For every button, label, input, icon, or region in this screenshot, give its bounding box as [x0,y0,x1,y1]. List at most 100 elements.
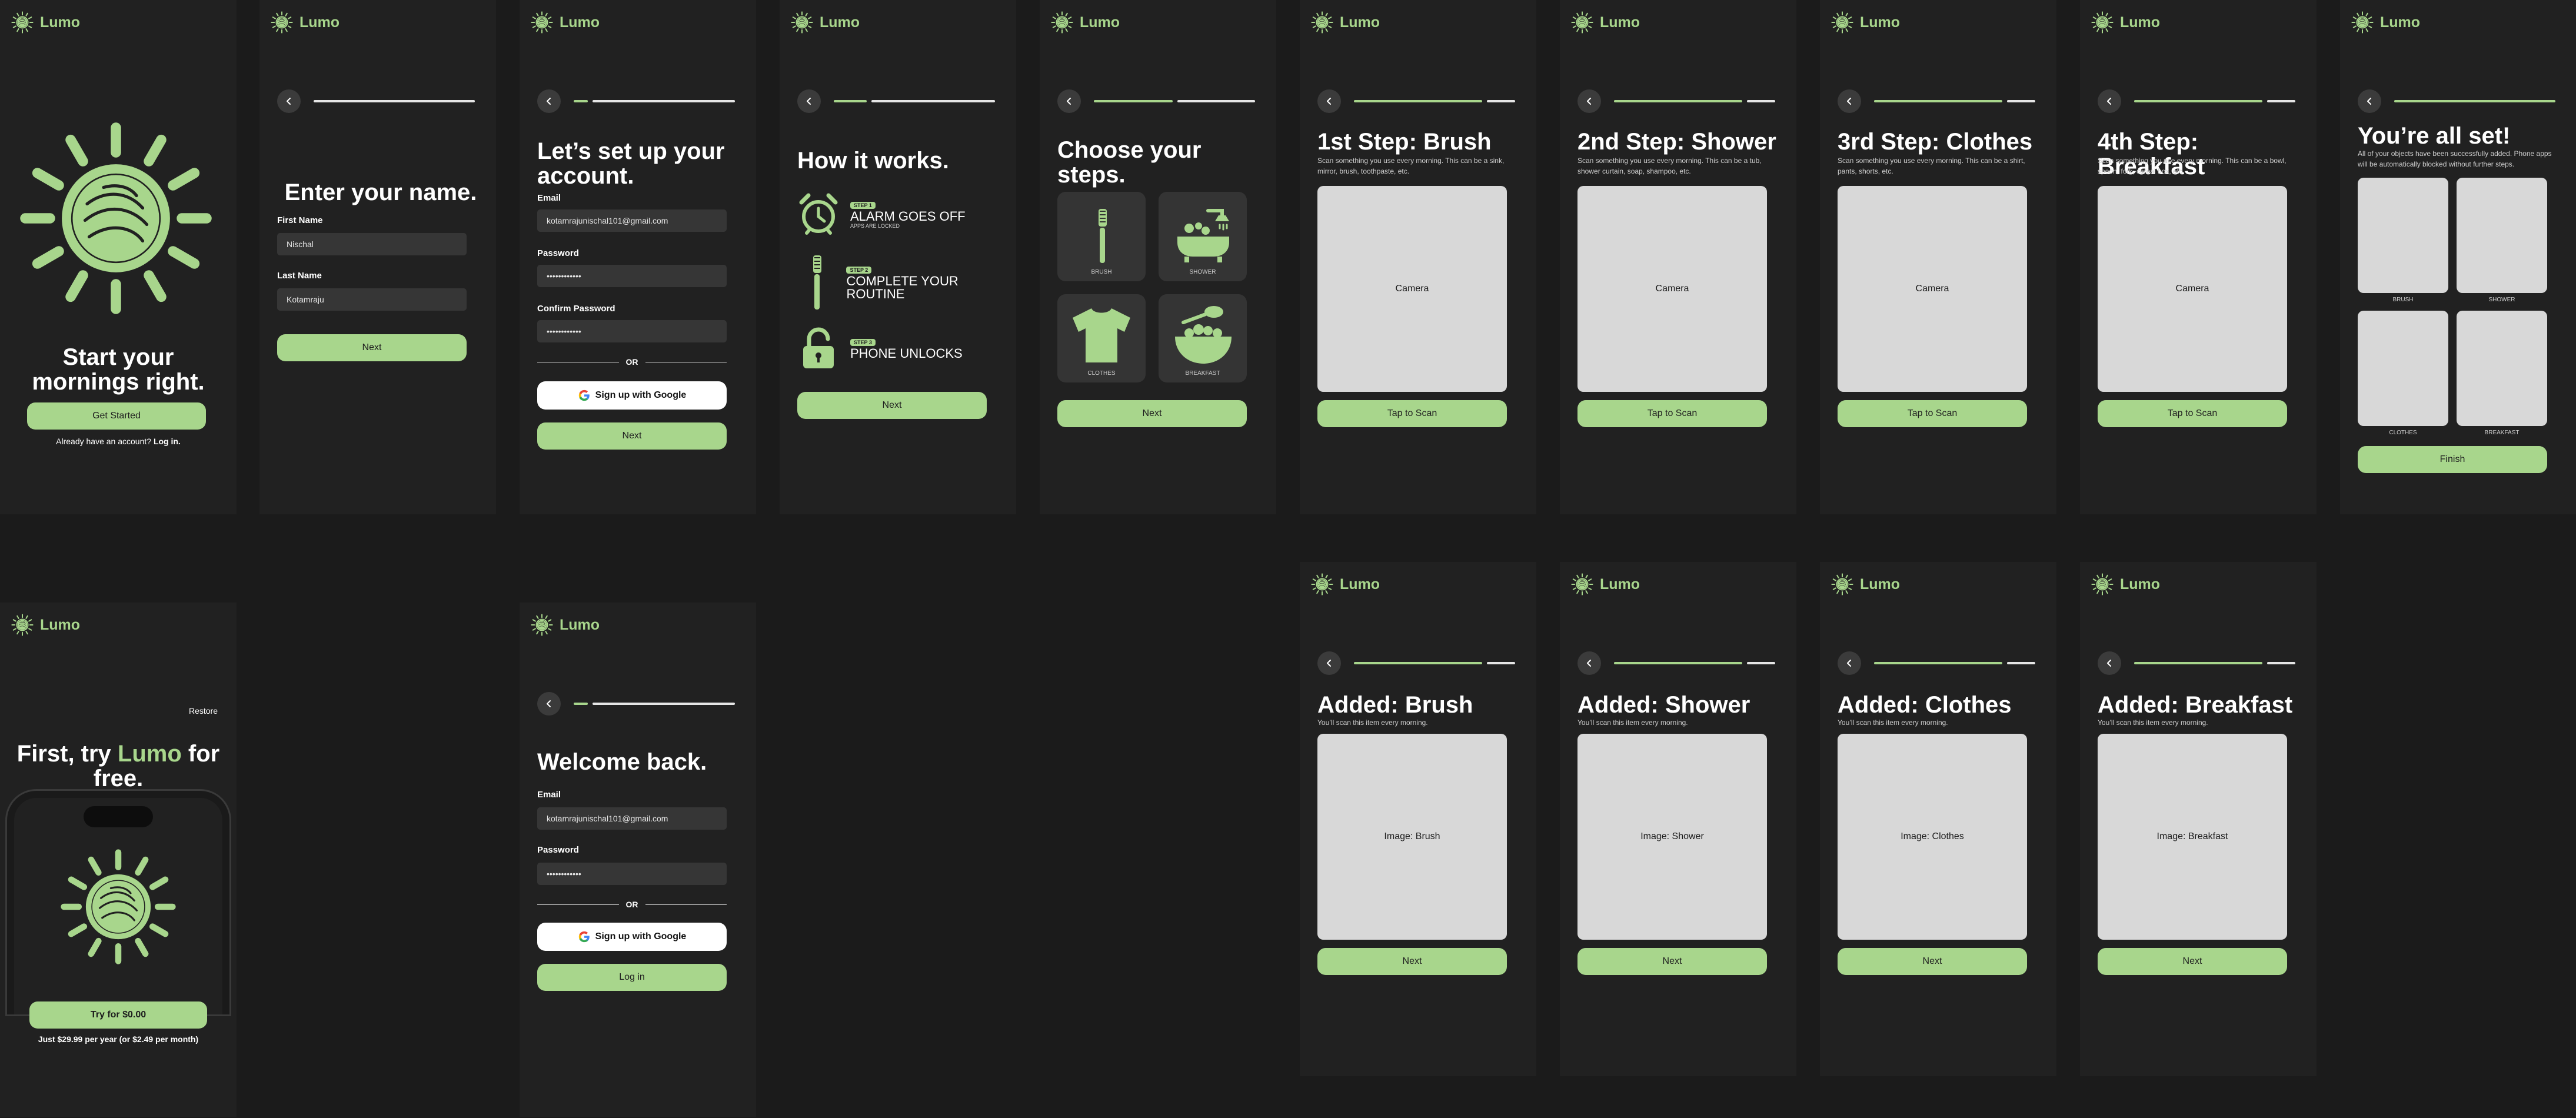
step-badge: STEP 1 [850,202,876,209]
added-item-label: SHOWER [2488,297,2515,303]
last-name-field[interactable]: Kotamraju [277,288,467,311]
chevron-left-icon [2365,97,2374,105]
next-button[interactable]: Next [1057,400,1247,427]
google-signup-button[interactable]: Sign up with Google [537,381,727,410]
sun-logo-icon [1570,573,1594,596]
back-button[interactable] [1577,89,1601,113]
next-button[interactable]: Next [1577,948,1767,975]
progress-bar [1094,100,1255,102]
back-button[interactable] [1057,89,1081,113]
password-label: Password [537,845,579,855]
camera-view[interactable]: Camera [1838,186,2027,392]
progress-bar [1354,662,1515,664]
back-button[interactable] [1838,89,1861,113]
page-title: Enter your name. [284,179,477,205]
brand: Lumo [2091,11,2160,34]
next-button[interactable]: Next [797,392,987,419]
try-free-button[interactable]: Try for $0.00 [29,1001,207,1029]
brand-name: Lumo [40,616,81,633]
page-description: Scan something you use every morning. Th… [1577,157,1762,175]
brand: Lumo [1570,11,1640,34]
brand-name: Lumo [2120,575,2161,593]
sun-logo-icon [1310,573,1334,596]
restore-link[interactable]: Restore [189,706,218,716]
tap-to-scan-button[interactable]: Tap to Scan [1317,400,1507,427]
password-field[interactable]: •••••••••••• [537,863,727,885]
camera-view[interactable]: Camera [1577,186,1767,392]
first-name-field[interactable]: Nischal [277,233,467,255]
login-button[interactable]: Log in [537,964,727,991]
back-button[interactable] [277,89,301,113]
progress-fill [1354,662,1482,664]
back-button[interactable] [2358,89,2381,113]
next-button[interactable]: Next [2098,948,2287,975]
camera-view[interactable]: Camera [2098,186,2287,392]
sun-logo-icon [530,613,554,637]
chevron-left-icon [805,97,813,105]
scan-clothes-screen: Lumo 3rd Step: Clothes Scan something yo… [1820,0,2056,514]
brand-name: Lumo [1600,575,1640,593]
back-button[interactable] [1317,651,1341,675]
email-field[interactable]: kotamrajunischal101@gmail.com [537,807,727,830]
progress-fill [1614,662,1742,664]
google-signup-label: Sign up with Google [595,390,687,400]
progress-remaining [2007,662,2035,664]
added-item-label: CLOTHES [2389,430,2417,436]
confirm-password-label: Confirm Password [537,304,615,314]
tap-to-scan-button[interactable]: Tap to Scan [2098,400,2287,427]
page-description: Scan something you use every morning. Th… [2098,157,2287,175]
get-started-button[interactable]: Get Started [27,402,206,430]
progress-remaining [593,100,735,102]
phone-mockup [7,791,229,1014]
confirm-password-field[interactable]: •••••••••••• [537,320,727,342]
next-button[interactable]: Next [1838,948,2027,975]
back-button[interactable] [1317,89,1341,113]
back-button[interactable] [1838,651,1861,675]
camera-view[interactable]: Camera [1317,186,1507,392]
progress-bar [314,100,475,102]
progress-fill [1874,100,2002,102]
email-field[interactable]: kotamrajunischal101@gmail.com [537,209,727,232]
tshirt-icon [1073,308,1130,362]
back-button[interactable] [797,89,821,113]
step-option-brush[interactable]: BRUSH [1057,192,1146,281]
sun-logo-icon [11,613,34,637]
sun-logo-icon [2091,11,2114,34]
progress-remaining [2267,100,2295,102]
sun-logo-icon [790,11,814,34]
next-button[interactable]: Next [537,422,727,450]
page-description: Scan something you use every morning. Th… [1317,157,1505,175]
back-button[interactable] [537,692,561,716]
chevron-left-icon [1325,659,1333,667]
sun-logo-icon [2351,11,2374,34]
chevron-left-icon [1325,97,1333,105]
sun-logo-icon [2091,573,2114,596]
step-option-shower[interactable]: SHOWER [1159,192,1247,281]
added-brush-screen: Lumo Added: Brush You’ll scan this item … [1300,562,1536,1076]
back-button[interactable] [2098,651,2121,675]
progress-remaining [314,100,475,102]
next-button[interactable]: Next [1317,948,1507,975]
next-button[interactable]: Next [277,334,467,361]
back-button[interactable] [1577,651,1601,675]
back-button[interactable] [537,89,561,113]
captured-image: Image: Breakfast [2098,734,2287,940]
tap-to-scan-button[interactable]: Tap to Scan [1577,400,1767,427]
first-name-label: First Name [277,215,323,225]
google-signup-button[interactable]: Sign up with Google [537,923,727,951]
step-row: STEP 3 PHONE UNLOCKS [797,327,1004,370]
progress-remaining [2267,662,2295,664]
step-option-clothes[interactable]: CLOTHES [1057,294,1146,382]
finish-button[interactable]: Finish [2358,446,2547,473]
google-signup-label: Sign up with Google [595,931,687,941]
captured-image: Image: Brush [1317,734,1507,940]
login-link[interactable]: Log in. [154,437,181,446]
progress-remaining [1487,662,1515,664]
step-option-breakfast[interactable]: BREAKFAST [1159,294,1247,382]
password-field[interactable]: •••••••••••• [537,265,727,287]
page-title: Added: Brush [1317,692,1473,718]
tap-to-scan-button[interactable]: Tap to Scan [1838,400,2027,427]
step-title: COMPLETE YOUR ROUTINE [846,274,958,301]
back-button[interactable] [2098,89,2121,113]
added-item-breakfast [2457,311,2547,426]
